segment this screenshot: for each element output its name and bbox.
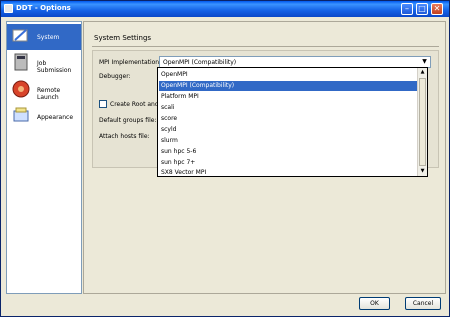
attach-hosts-label: Attach hosts file:: [99, 133, 150, 140]
sidebar-item-remote-launch[interactable]: Remote Launch: [7, 77, 81, 103]
sidebar-item-label: Appearance: [37, 114, 74, 121]
system-icon: [12, 29, 28, 42]
minimize-button[interactable]: –: [401, 3, 413, 15]
dropdown-option[interactable]: sun hpc 5-6: [159, 147, 417, 157]
sidebar-item-label: System: [37, 34, 60, 41]
remote-launch-icon: [12, 80, 30, 98]
options-sidebar: System Job Submission Remote Launch Appe…: [6, 21, 82, 294]
mpi-implementation-value: OpenMPI (Compatibility): [163, 59, 237, 66]
mpi-dropdown-list[interactable]: OpenMPI OpenMPI (Compatibility) Platform…: [157, 67, 428, 177]
dropdown-option[interactable]: sun hpc 7+: [159, 158, 417, 168]
dropdown-option[interactable]: score: [159, 114, 417, 124]
scroll-up-icon[interactable]: ▲: [418, 68, 427, 77]
sidebar-item-job-submission[interactable]: Job Submission: [7, 50, 81, 76]
scroll-down-icon[interactable]: ▼: [418, 167, 427, 176]
sidebar-item-label: Remote Launch: [37, 87, 61, 101]
dropdown-option-selected[interactable]: OpenMPI (Compatibility): [159, 81, 417, 91]
job-submission-icon: [14, 53, 28, 71]
dropdown-option[interactable]: SX8 Vector MPI: [159, 168, 417, 176]
app-icon: [4, 4, 13, 13]
window-title: DDT - Options: [16, 4, 71, 12]
maximize-button[interactable]: □: [416, 3, 428, 15]
section-divider: [92, 46, 439, 47]
dropdown-option[interactable]: OpenMPI: [159, 70, 417, 80]
default-groups-label: Default groups file:: [99, 117, 157, 124]
section-title: System Settings: [94, 34, 152, 42]
scroll-thumb[interactable]: [419, 78, 426, 166]
dropdown-option[interactable]: scali: [159, 103, 417, 113]
cancel-button[interactable]: Cancel: [405, 297, 441, 310]
ok-button[interactable]: OK: [359, 297, 390, 310]
dropdown-option[interactable]: scyld: [159, 125, 417, 135]
chevron-down-icon[interactable]: ▼: [420, 58, 429, 66]
close-button[interactable]: ✕: [431, 3, 443, 15]
sidebar-item-system[interactable]: System: [7, 24, 81, 50]
sidebar-item-label: Job Submission: [37, 60, 72, 74]
dropdown-option[interactable]: slurm: [159, 136, 417, 146]
sidebar-item-appearance[interactable]: Appearance: [7, 104, 81, 130]
title-bar[interactable]: DDT - Options – □ ✕: [1, 1, 449, 17]
dropdown-option[interactable]: Platform MPI: [159, 92, 417, 102]
debugger-label: Debugger:: [99, 73, 131, 80]
mpi-implementation-label: MPI Implementation:: [99, 59, 162, 66]
create-root-checkbox[interactable]: [99, 100, 107, 108]
appearance-icon: [13, 107, 29, 122]
dropdown-scrollbar[interactable]: ▲ ▼: [417, 68, 427, 176]
options-window: DDT - Options – □ ✕ System Job Submissio…: [0, 0, 450, 317]
